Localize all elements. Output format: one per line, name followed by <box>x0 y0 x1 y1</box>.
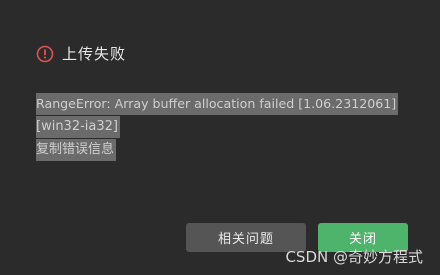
error-message-line[interactable]: RangeError: Array buffer allocation fail… <box>36 93 399 115</box>
upload-failed-dialog: 上传失败 RangeError: Array buffer allocation… <box>0 0 440 275</box>
error-circle-icon <box>36 45 54 63</box>
watermark: CSDN @奇妙方程式 <box>285 248 423 266</box>
error-message-block[interactable]: RangeError: Array buffer allocation fail… <box>36 93 408 161</box>
dialog-header: 上传失败 <box>36 43 126 65</box>
error-platform-line[interactable]: [win32-ia32] <box>36 116 120 138</box>
copy-error-link[interactable]: 复制错误信息 <box>36 139 117 161</box>
dialog-title: 上传失败 <box>62 45 127 63</box>
